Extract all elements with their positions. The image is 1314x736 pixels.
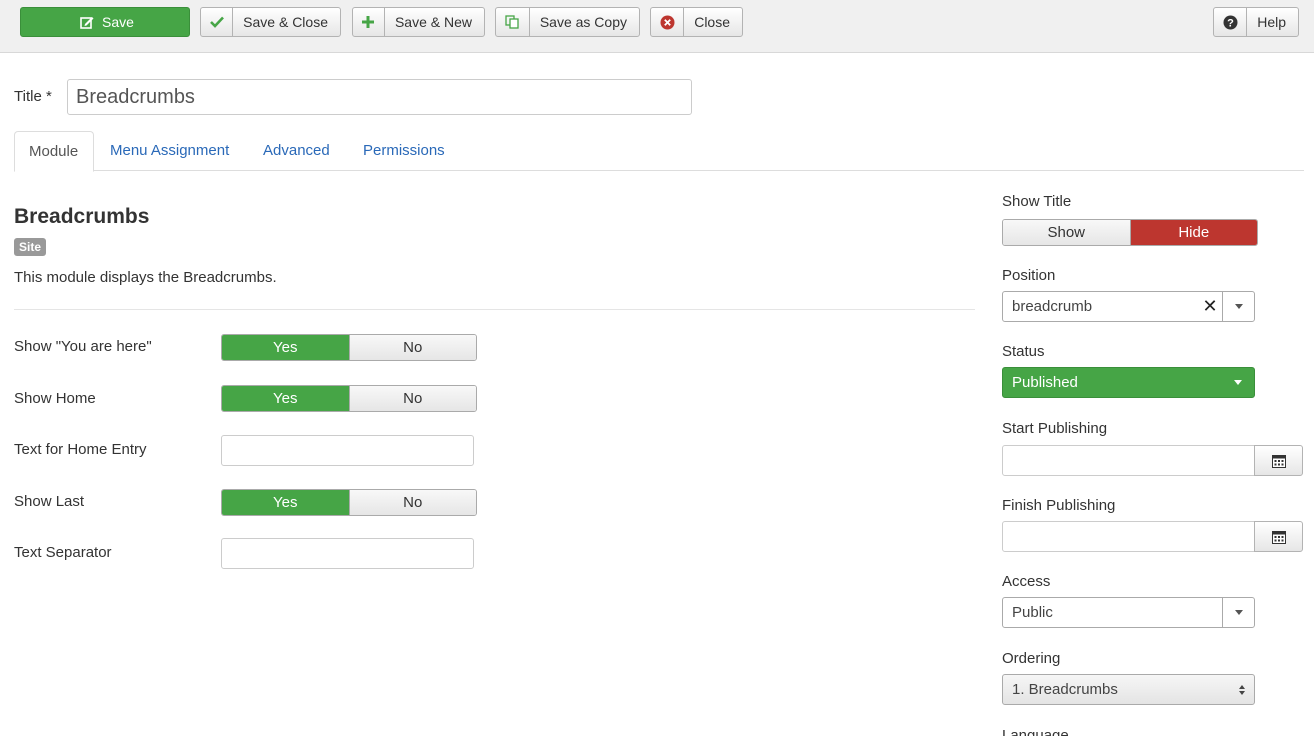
save-as-copy-button[interactable]: Save as Copy (495, 7, 640, 37)
home-text-input[interactable] (221, 435, 474, 466)
show-home-yes[interactable]: Yes (222, 386, 349, 411)
calendar-icon (1271, 454, 1286, 468)
separator-label: Text Separator (14, 544, 112, 561)
show-home-toggle: Yes No (221, 385, 477, 412)
finish-calendar-button[interactable] (1254, 521, 1303, 552)
close-label: Close (694, 14, 730, 30)
clear-icon[interactable]: ✕ (1198, 292, 1222, 321)
save-close-button[interactable]: Save & Close (200, 7, 341, 37)
close-button[interactable]: Close (650, 7, 743, 37)
module-heading: Breadcrumbs (14, 205, 150, 228)
question-icon: ? (1214, 8, 1248, 36)
close-circle-icon (651, 8, 685, 36)
chevron-down-icon (1222, 598, 1254, 627)
save-new-button[interactable]: Save & New (352, 7, 485, 37)
tab-module[interactable]: Module (14, 131, 94, 172)
show-here-no[interactable]: No (348, 335, 476, 360)
updown-icon (1230, 684, 1254, 695)
start-publishing-input[interactable] (1002, 445, 1255, 476)
position-select[interactable]: breadcrumb ✕ (1002, 291, 1255, 322)
show-title-hide[interactable]: Hide (1129, 220, 1257, 245)
position-label: Position (1002, 267, 1056, 284)
site-badge: Site (14, 238, 47, 256)
show-here-label: Show "You are here" (14, 338, 152, 355)
finish-publishing-label: Finish Publishing (1002, 497, 1116, 514)
ordering-value: 1. Breadcrumbs (1012, 681, 1118, 698)
language-label: Language (1002, 727, 1069, 736)
show-title-show[interactable]: Show (1003, 220, 1130, 245)
module-description: This module displays the Breadcrumbs. (14, 269, 277, 286)
save-new-label: Save & New (394, 14, 472, 30)
chevron-down-icon (1222, 368, 1254, 397)
save-label: Save (102, 14, 134, 30)
show-home-no[interactable]: No (348, 386, 476, 411)
show-here-toggle: Yes No (221, 334, 477, 361)
save-button[interactable]: Save (20, 7, 190, 37)
show-last-no[interactable]: No (348, 490, 476, 515)
tab-advanced[interactable]: Advanced (249, 131, 344, 171)
separator-input[interactable] (221, 538, 474, 569)
show-here-yes[interactable]: Yes (222, 335, 349, 360)
tab-permissions[interactable]: Permissions (349, 131, 459, 171)
status-select[interactable]: Published (1002, 367, 1255, 398)
access-select[interactable]: Public (1002, 597, 1255, 628)
plus-icon (353, 8, 385, 36)
home-text-label: Text for Home Entry (14, 441, 147, 458)
finish-publishing-input[interactable] (1002, 521, 1255, 552)
calendar-icon (1271, 530, 1286, 544)
edit-icon (76, 8, 98, 36)
tab-menu-assignment[interactable]: Menu Assignment (96, 131, 243, 171)
status-label: Status (1002, 343, 1045, 360)
access-value: Public (1012, 604, 1053, 621)
save-copy-label: Save as Copy (539, 14, 627, 30)
check-icon (201, 8, 234, 36)
save-close-label: Save & Close (243, 14, 328, 30)
title-input[interactable] (67, 79, 692, 115)
show-last-label: Show Last (14, 493, 85, 510)
svg-text:?: ? (1227, 17, 1234, 29)
ordering-select[interactable]: 1. Breadcrumbs (1002, 674, 1255, 705)
show-last-yes[interactable]: Yes (222, 490, 349, 515)
ordering-label: Ordering (1002, 650, 1061, 667)
help-button[interactable]: ? Help (1213, 7, 1299, 37)
copy-icon (496, 8, 530, 36)
help-label: Help (1257, 14, 1286, 30)
chevron-down-icon[interactable] (1222, 292, 1254, 321)
start-calendar-button[interactable] (1254, 445, 1303, 476)
toolbar: Save Save & Close Save & New Save as Cop… (0, 0, 1314, 53)
show-title-toggle: Show Hide (1002, 219, 1258, 246)
start-publishing-label: Start Publishing (1002, 420, 1108, 437)
tab-bar: Module Menu Assignment Advanced Permissi… (14, 131, 1304, 172)
status-value: Published (1012, 374, 1078, 391)
show-home-label: Show Home (14, 390, 96, 407)
divider (14, 309, 975, 310)
show-last-toggle: Yes No (221, 489, 477, 516)
access-label: Access (1002, 573, 1051, 590)
title-label: Title * (14, 88, 52, 105)
show-title-label: Show Title (1002, 193, 1072, 210)
position-value: breadcrumb (1012, 298, 1093, 315)
